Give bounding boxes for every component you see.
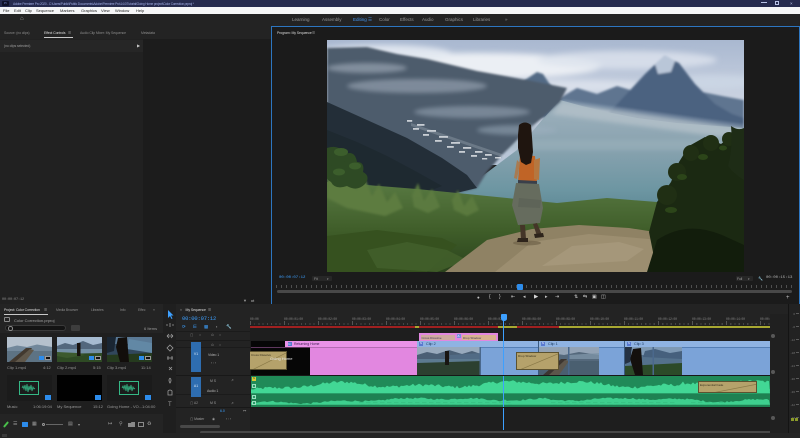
svg-text:T: T xyxy=(168,402,172,408)
